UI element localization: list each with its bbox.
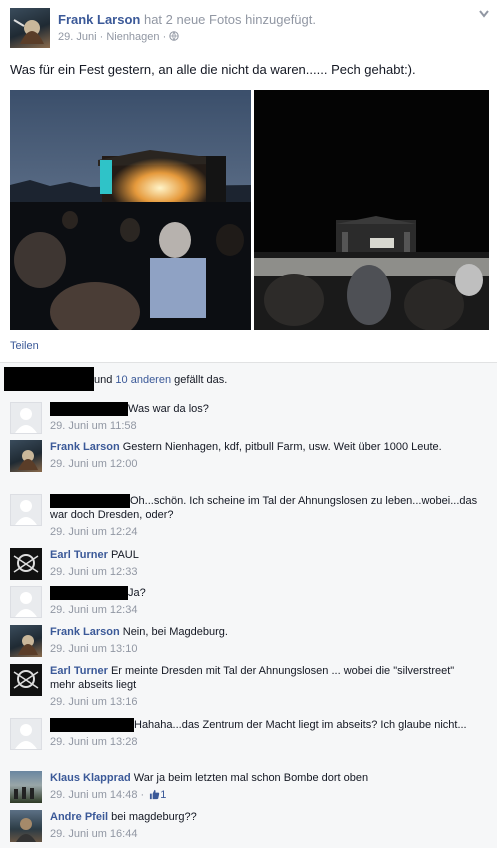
comment-time[interactable]: 29. Juni um 12:34 — [50, 603, 480, 617]
default-profile-icon[interactable] — [10, 494, 42, 526]
post-action-text: hat 2 neue Fotos hinzugefügt. — [140, 12, 316, 27]
comment-author[interactable]: Frank Larson — [50, 441, 120, 453]
commenter-avatar[interactable] — [10, 771, 42, 803]
commenter-avatar[interactable] — [10, 625, 42, 657]
commenter-avatar[interactable] — [10, 440, 42, 472]
redacted-name — [50, 494, 130, 508]
comment-text: Was war da los? — [128, 403, 209, 415]
comment-time[interactable]: 29. Juni um 13:10 — [50, 642, 480, 656]
post-text: Was für ein Fest gestern, an alle die ni… — [10, 62, 416, 77]
comment-time[interactable]: 29. Juni um 13:28 — [50, 735, 480, 749]
comment-text: Gestern Nienhagen, kdf, pitbull Farm, us… — [122, 441, 442, 453]
globe-icon — [169, 31, 180, 41]
comment-text: Hahaha...das Zentrum der Macht liegt im … — [134, 719, 467, 731]
comment-text: War ja beim letzten mal schon Bombe dort… — [133, 772, 369, 784]
post-location[interactable]: Nienhagen — [106, 31, 159, 43]
comment-author[interactable]: Andre Pfeil — [50, 811, 108, 823]
default-profile-icon[interactable] — [10, 586, 42, 618]
redacted-name — [50, 402, 128, 416]
comment-author[interactable]: Frank Larson — [50, 626, 120, 638]
comment-time[interactable]: 29. Juni um 12:24 — [50, 525, 480, 539]
comment-list: Was war da los? 29. Juni um 11:58 Frank L… — [0, 396, 497, 848]
post-meta: 29. Juni · Nienhagen · — [58, 31, 180, 43]
post-photo-1[interactable] — [10, 90, 251, 330]
comment-text: bei magdeburg?? — [111, 811, 197, 823]
comment-text: Nein, bei Magdeburg. — [122, 626, 228, 638]
comment-time: 29. Juni um 14:48 · 1 — [50, 789, 167, 801]
like-count[interactable]: 1 — [160, 789, 166, 801]
comment-time[interactable]: 29. Juni um 12:00 — [50, 457, 480, 471]
redacted-name — [50, 718, 134, 732]
redacted-name — [4, 367, 94, 391]
default-profile-icon[interactable] — [10, 718, 42, 750]
comment-text: PAUL — [110, 549, 139, 561]
share-link[interactable]: Teilen — [10, 340, 39, 352]
likes-bar: und 10 anderen gefällt das. — [0, 362, 497, 396]
likes-text: und 10 anderen gefällt das. — [94, 374, 228, 386]
comment-time[interactable]: 29. Juni um 11:58 — [50, 419, 480, 433]
default-profile-icon[interactable] — [10, 402, 42, 434]
post-photo-2[interactable] — [254, 90, 489, 330]
comment-time[interactable]: 29. Juni um 16:44 — [50, 827, 480, 841]
post-title: Frank Larson hat 2 neue Fotos hinzugefüg… — [58, 12, 316, 27]
comment-text: Ja? — [128, 587, 146, 599]
post-date[interactable]: 29. Juni — [58, 31, 97, 43]
chevron-down-icon[interactable] — [479, 10, 489, 18]
comment-author[interactable]: Earl Turner — [50, 665, 108, 677]
comment-author[interactable]: Klaus Klapprad — [50, 772, 131, 784]
thumbs-up-icon[interactable] — [149, 789, 160, 800]
post-header: Frank Larson hat 2 neue Fotos hinzugefüg… — [10, 8, 450, 50]
redacted-name — [50, 586, 128, 600]
commenter-avatar[interactable] — [10, 810, 42, 842]
likes-others-link[interactable]: 10 anderen — [115, 374, 171, 386]
comment-time[interactable]: 29. Juni um 13:16 — [50, 695, 480, 709]
commenter-avatar[interactable] — [10, 548, 42, 580]
post-author-link[interactable]: Frank Larson — [58, 12, 140, 27]
comment-author[interactable]: Earl Turner — [50, 549, 108, 561]
commenter-avatar[interactable] — [10, 664, 42, 696]
comment-text: Er meinte Dresden mit Tal der Ahnungslos… — [50, 665, 455, 691]
comment-time[interactable]: 29. Juni um 12:33 — [50, 565, 480, 579]
author-avatar[interactable] — [10, 8, 50, 48]
